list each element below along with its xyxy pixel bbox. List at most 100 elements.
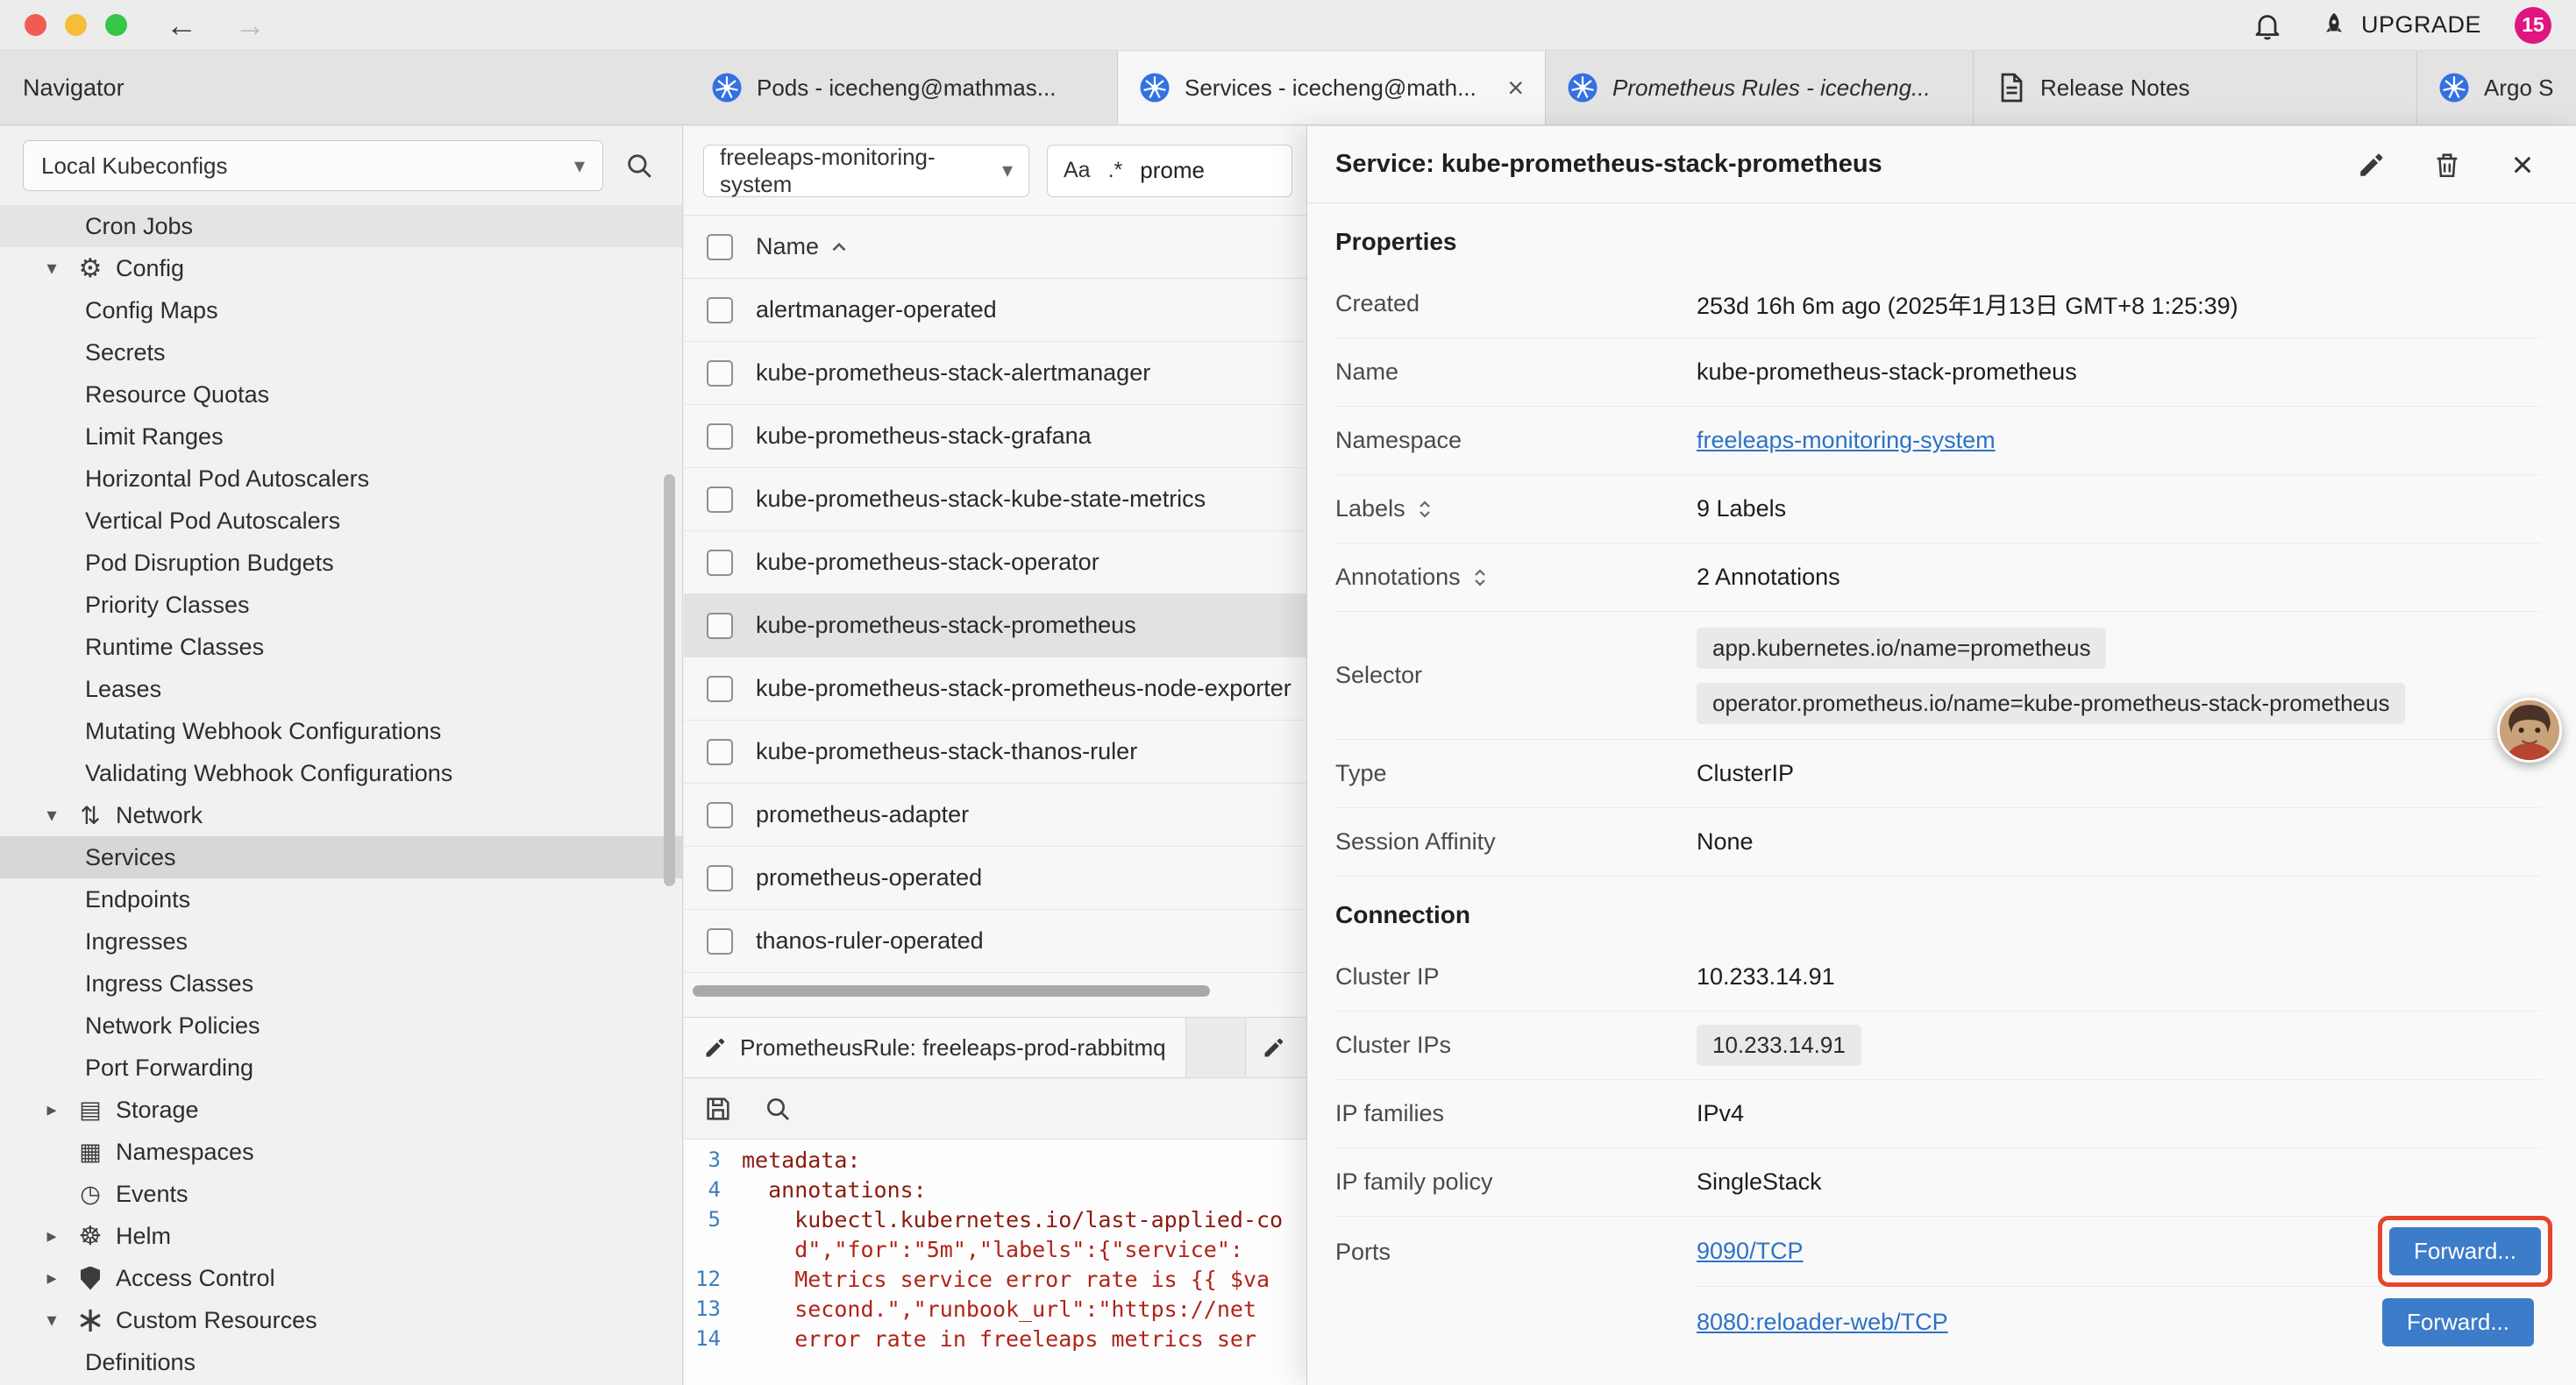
row-checkbox[interactable] xyxy=(707,297,733,323)
row-checkbox[interactable] xyxy=(707,550,733,576)
yaml-editor[interactable]: 3 metadata: 4 annotations: 5 kubectl.kub… xyxy=(684,1140,1306,1385)
service-name: kube-prometheus-stack-kube-state-metrics xyxy=(756,486,1206,513)
forward-icon[interactable]: → xyxy=(234,10,266,41)
edit-icon[interactable] xyxy=(2353,146,2390,183)
editor-search-icon[interactable] xyxy=(761,1092,794,1126)
port-link[interactable]: 8080:reloader-web/TCP xyxy=(1697,1309,1948,1336)
row-checkbox[interactable] xyxy=(707,613,733,639)
table-row[interactable]: kube-prometheus-stack-grafana xyxy=(684,405,1306,468)
close-icon[interactable]: × xyxy=(2504,146,2541,183)
sidebar-item[interactable]: Resource Quotas xyxy=(0,373,682,416)
sidebar-item[interactable]: Services xyxy=(0,836,682,878)
row-checkbox[interactable] xyxy=(707,739,733,765)
row-checkbox[interactable] xyxy=(707,802,733,828)
sidebar-item[interactable]: Definitions xyxy=(0,1341,682,1383)
table-row[interactable]: kube-prometheus-stack-kube-state-metrics xyxy=(684,468,1306,531)
back-icon[interactable]: ← xyxy=(166,10,197,41)
row-checkbox[interactable] xyxy=(707,676,733,702)
sidebar-item[interactable]: Port Forwarding xyxy=(0,1047,682,1089)
delete-icon[interactable] xyxy=(2429,146,2466,183)
name-column-header[interactable]: Name xyxy=(756,233,850,260)
row-checkbox[interactable] xyxy=(707,423,733,450)
sidebar-item[interactable]: Leases xyxy=(0,668,682,710)
chevron-down-icon: ▾ xyxy=(1002,158,1013,183)
namespace-filter-select[interactable]: freeleaps-monitoring-system ▾ xyxy=(703,145,1029,197)
sidebar-item[interactable]: Priority Classes xyxy=(0,584,682,626)
notification-count-badge[interactable]: 15 xyxy=(2515,7,2551,44)
table-row[interactable]: kube-prometheus-stack-prometheus xyxy=(684,594,1306,657)
sidebar-item[interactable]: Ingress Classes xyxy=(0,962,682,1005)
tab[interactable]: Services - icecheng@math... × xyxy=(1118,51,1546,124)
forward-button[interactable]: Forward... xyxy=(2389,1227,2541,1275)
dock-tab-next[interactable] xyxy=(1245,1018,1306,1077)
editor-line: 4 annotations: xyxy=(684,1175,1306,1204)
sidebar-item[interactable]: Runtime Classes xyxy=(0,626,682,668)
forward-button[interactable]: Forward... xyxy=(2382,1298,2534,1346)
port-link[interactable]: 9090/TCP xyxy=(1697,1238,1804,1265)
table-row[interactable]: alertmanager-operated xyxy=(684,279,1306,342)
match-case-toggle[interactable]: Aa xyxy=(1064,158,1091,183)
horizontal-scrollbar-thumb[interactable] xyxy=(693,985,1210,997)
sidebar-item[interactable]: Namespaces xyxy=(0,1131,682,1173)
table-row[interactable]: prometheus-adapter xyxy=(684,784,1306,847)
row-checkbox[interactable] xyxy=(707,487,733,513)
editor-line: 13 second.","runbook_url":"https://net xyxy=(684,1294,1306,1324)
sidebar-item[interactable]: Cron Jobs xyxy=(0,205,682,247)
table-row[interactable]: thanos-ruler-operated xyxy=(684,910,1306,973)
row-checkbox[interactable] xyxy=(707,928,733,955)
sidebar-scrollbar[interactable] xyxy=(664,474,675,886)
search-input[interactable]: Aa .* prome xyxy=(1047,145,1292,197)
sidebar-item[interactable]: Pod Disruption Budgets xyxy=(0,542,682,584)
line-text: second.","runbook_url":"https://net xyxy=(742,1296,1256,1322)
tab-close-icon[interactable]: × xyxy=(1507,74,1524,102)
sidebar-item-label: Custom Resources xyxy=(116,1307,317,1334)
sidebar-item[interactable]: Custom Resources xyxy=(0,1299,682,1341)
dock-tab[interactable]: PrometheusRule: freeleaps-prod-rabbitmq xyxy=(684,1018,1186,1077)
close-window-button[interactable] xyxy=(25,14,46,36)
tab[interactable]: Prometheus Rules - icecheng... × xyxy=(1546,51,1974,124)
service-name: kube-prometheus-stack-prometheus xyxy=(756,612,1136,639)
sidebar-item[interactable]: Config xyxy=(0,247,682,289)
editor-line: 3 metadata: xyxy=(684,1145,1306,1175)
table-row[interactable]: prometheus-operated xyxy=(684,847,1306,910)
table-row[interactable]: kube-prometheus-stack-operator xyxy=(684,531,1306,594)
sort-toggle-icon[interactable] xyxy=(1469,567,1491,588)
tab[interactable]: Argo S × xyxy=(2417,51,2576,124)
sidebar-item[interactable]: Limit Ranges xyxy=(0,416,682,458)
minimize-window-button[interactable] xyxy=(65,14,87,36)
sidebar-item[interactable]: Ingresses xyxy=(0,920,682,962)
sidebar-item[interactable]: Vertical Pod Autoscalers xyxy=(0,500,682,542)
sidebar-item[interactable]: Horizontal Pod Autoscalers xyxy=(0,458,682,500)
notifications-bell-icon[interactable] xyxy=(2249,7,2286,44)
select-all-checkbox[interactable] xyxy=(707,234,733,260)
namespace-link[interactable]: freeleaps-monitoring-system xyxy=(1697,427,1996,453)
sidebar-item[interactable]: Events xyxy=(0,1173,682,1215)
tab[interactable]: Release Notes × xyxy=(1974,51,2417,124)
row-checkbox[interactable] xyxy=(707,360,733,387)
sidebar-item[interactable]: Access Control xyxy=(0,1257,682,1299)
table-row[interactable]: kube-prometheus-stack-thanos-ruler xyxy=(684,721,1306,784)
sidebar-item[interactable]: Config Maps xyxy=(0,289,682,331)
sidebar-item[interactable]: Network Policies xyxy=(0,1005,682,1047)
sidebar-item[interactable]: Network xyxy=(0,794,682,836)
kubeconfig-selector[interactable]: Local Kubeconfigs ▾ xyxy=(23,140,603,191)
sidebar-search-icon[interactable] xyxy=(619,146,659,186)
regex-toggle[interactable]: .* xyxy=(1108,158,1123,183)
table-row[interactable]: kube-prometheus-stack-prometheus-node-ex… xyxy=(684,657,1306,721)
row-checkbox[interactable] xyxy=(707,865,733,891)
save-icon[interactable] xyxy=(701,1092,735,1126)
upgrade-button[interactable]: UPGRADE xyxy=(2319,11,2481,40)
line-number: 12 xyxy=(684,1267,742,1291)
zoom-window-button[interactable] xyxy=(105,14,127,36)
user-avatar[interactable] xyxy=(2497,698,2562,763)
sidebar-item[interactable]: Mutating Webhook Configurations xyxy=(0,710,682,752)
sidebar-item[interactable]: Secrets xyxy=(0,331,682,373)
table-row[interactable]: kube-prometheus-stack-alertmanager xyxy=(684,342,1306,405)
sidebar-item[interactable]: Helm xyxy=(0,1215,682,1257)
sort-toggle-icon[interactable] xyxy=(1414,499,1435,520)
sidebar-item[interactable]: Storage xyxy=(0,1089,682,1131)
tab[interactable]: Pods - icecheng@mathmas... × xyxy=(690,51,1118,124)
name-column-label: Name xyxy=(756,233,819,260)
sidebar-item[interactable]: Validating Webhook Configurations xyxy=(0,752,682,794)
sidebar-item[interactable]: Endpoints xyxy=(0,878,682,920)
